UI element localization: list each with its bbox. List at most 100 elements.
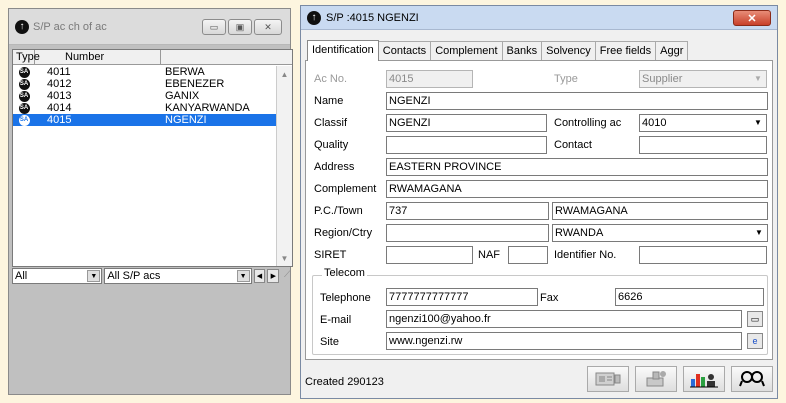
row-name: GANIX [165,90,200,102]
town-field[interactable]: RWAMAGANA [552,202,768,220]
fax-field[interactable]: 6626 [615,288,764,306]
list-item[interactable]: SA 4014 KANYARWANDA [13,102,277,114]
search-people-icon [739,371,765,387]
tab-solvency[interactable]: Solvency [541,41,596,60]
app-icon: ↑ [307,10,321,25]
email-label: E-mail [320,314,352,326]
contact-field[interactable] [639,136,767,154]
tab-strip: Identification Contacts Complement Banks… [307,40,689,61]
name-label: Name [314,95,344,107]
tab-contacts[interactable]: Contacts [377,41,432,60]
telecom-title: Telecom [322,267,367,279]
resize-grip-icon[interactable]: ⟋ [281,269,293,283]
fax-label: Fax [540,292,559,304]
card-print-icon [595,372,621,386]
list-header: Type Number [13,50,292,65]
complement-field[interactable]: RWAMAGANA [386,180,768,198]
scroll-down-icon[interactable]: ▼ [277,250,292,266]
filter-select-accounts[interactable]: All S/P acs ▼ [104,268,252,284]
list-item-selected[interactable]: SA 4015 NGENZI [13,114,277,126]
email-field[interactable]: ngenzi100@yahoo.fr [386,310,742,328]
region-country-label: Region/Ctry [314,227,373,239]
sa-circle-icon: SA [18,114,30,126]
country-select[interactable]: RWANDA ▼ [552,224,768,242]
filter-bar: All ▼ All S/P acs ▼ ◀ ▶ ⟋ [12,268,293,284]
account-list-titlebar[interactable]: ↑ S/P ac ch of ac ▭ ▣ ✕ [9,9,290,45]
complement-label: Complement [314,183,377,195]
search-people-button[interactable] [731,366,773,392]
close-button[interactable]: ✕ [733,10,771,26]
open-browser-icon[interactable]: e [747,333,763,349]
tab-identification[interactable]: Identification [307,40,379,61]
ac-no-label: Ac No. [314,73,348,85]
desktop: ↑ S/P ac ch of ac ▭ ▣ ✕ Type Number SA 4… [0,0,786,403]
account-list-window: ↑ S/P ac ch of ac ▭ ▣ ✕ Type Number SA 4… [8,8,293,395]
naf-field[interactable] [508,246,548,264]
column-header-type[interactable]: Type [13,50,40,64]
tab-free-fields[interactable]: Free fields [594,41,657,60]
row-number: 4013 [47,90,72,102]
scroll-up-icon[interactable]: ▲ [277,66,292,82]
telephone-label: Telephone [320,292,371,304]
tab-aggr[interactable]: Aggr [655,41,689,60]
type-label: Type [554,73,578,85]
account-detail-titlebar[interactable]: ↑ S/P :4015 NGENZI ✕ [301,6,777,30]
siret-field[interactable] [386,246,473,264]
chevron-down-icon: ▼ [236,270,250,282]
type-select: Supplier ▼ [639,70,767,88]
chevron-down-icon: ▼ [755,228,763,237]
site-label: Site [320,336,339,348]
stamp-icon [646,371,666,387]
filter-select-scope[interactable]: All ▼ [12,268,103,284]
account-list[interactable]: Type Number SA 4011 BERWA SA 4012 EBENEZ… [12,49,293,267]
close-button[interactable]: ✕ [254,19,282,35]
list-item[interactable]: SA 4012 EBENEZER [13,78,277,90]
chevron-down-icon: ▼ [87,270,101,282]
postal-code-field[interactable]: 737 [386,202,549,220]
row-number: 4014 [47,102,72,114]
list-rows: SA 4011 BERWA SA 4012 EBENEZER SA 4013 G… [13,66,277,126]
sa-circle-icon: SA [18,78,30,90]
region-field[interactable] [386,224,549,242]
address-label: Address [314,161,355,173]
controlling-ac-select[interactable]: 4010 ▼ [639,114,767,132]
row-name: EBENEZER [165,78,225,90]
address-field[interactable]: EASTERN PROVINCE [386,158,768,176]
chart-user-icon [690,374,718,388]
siret-label: SIRET [314,249,347,261]
vertical-scrollbar[interactable]: ▲ ▼ [276,66,292,266]
row-name: KANYARWANDA [165,102,250,114]
chart-user-button[interactable] [683,366,725,392]
status-text: Created 290123 [305,376,384,388]
classif-label: Classif [314,117,348,129]
minimize-button[interactable]: ▭ [202,19,226,35]
identifier-label: Identifier No. [554,249,617,261]
quality-field[interactable] [386,136,547,154]
tab-banks[interactable]: Banks [501,41,543,60]
identifier-field[interactable] [639,246,767,264]
naf-label: NAF [478,249,500,261]
telephone-field[interactable]: 7777777777777 [386,288,538,306]
ac-no-field: 4015 [386,70,473,88]
pc-town-label: P.C./Town [314,205,363,217]
name-field[interactable]: NGENZI [386,92,768,110]
maximize-button[interactable]: ▣ [228,19,252,35]
account-detail-title: S/P :4015 NGENZI [326,11,419,24]
sa-circle-icon: SA [18,102,30,114]
tab-complement[interactable]: Complement [430,41,503,60]
next-arrow-icon[interactable]: ▶ [267,269,280,283]
list-item[interactable]: SA 4013 GANIX [13,90,277,102]
stamp-button[interactable] [635,366,677,392]
row-name: BERWA [165,66,205,78]
site-field[interactable]: www.ngenzi.rw [386,332,742,350]
classif-field[interactable]: NGENZI [386,114,547,132]
row-number: 4015 [47,114,72,126]
account-list-title: S/P ac ch of ac [33,20,107,33]
list-item[interactable]: SA 4011 BERWA [13,66,277,78]
column-header-number[interactable]: Number [35,50,161,64]
send-email-icon[interactable]: ▭ [747,311,763,327]
card-print-button[interactable] [587,366,629,392]
previous-arrow-icon[interactable]: ◀ [253,269,266,283]
chevron-down-icon: ▼ [754,118,762,127]
app-icon: ↑ [15,19,29,34]
